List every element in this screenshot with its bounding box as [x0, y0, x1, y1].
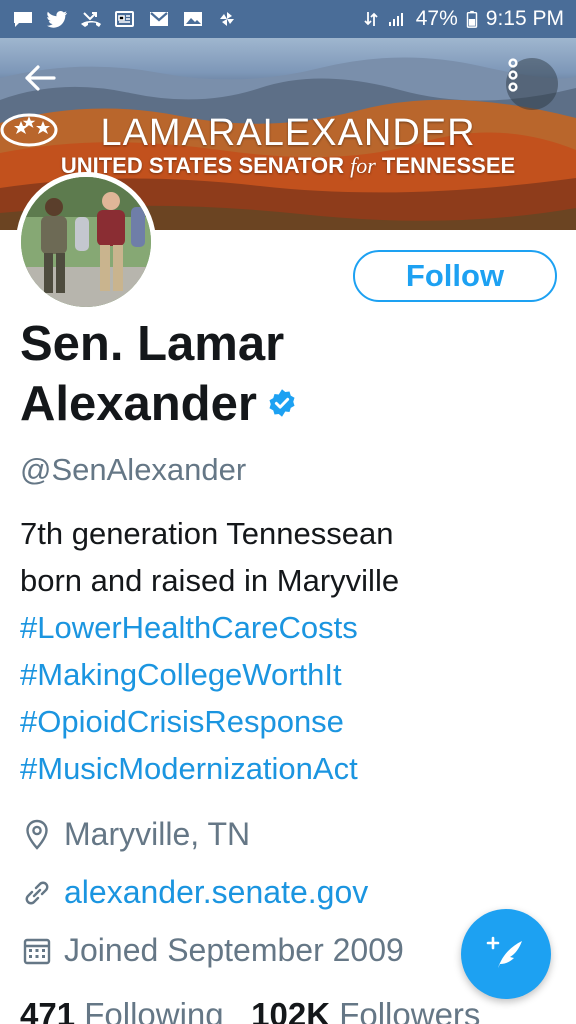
chat-icon — [14, 12, 32, 27]
display-name-line2: Alexander — [20, 377, 257, 431]
joined-row: Joined September 2009 — [20, 932, 404, 969]
more-options-button[interactable] — [506, 58, 558, 110]
website-row: alexander.senate.gov — [20, 874, 368, 911]
pinwheel-icon — [220, 12, 234, 26]
hashtag-link[interactable]: #MakingCollegeWorthIt — [20, 651, 560, 698]
profile-avatar[interactable] — [16, 172, 156, 312]
data-arrows-icon — [364, 12, 378, 26]
system-indicators: 47% 9:15 PM — [364, 7, 564, 31]
twitter-icon — [47, 11, 67, 28]
location-row: Maryville, TN — [20, 816, 250, 853]
display-name-line2-wrap: Alexander — [20, 374, 440, 434]
banner-title-left: LAMAR — [100, 112, 237, 154]
calendar-icon — [20, 934, 54, 968]
display-name: Sen. Lamar Alexander — [20, 314, 440, 434]
more-vertical-icon — [508, 58, 518, 92]
followers-count: 102K — [251, 996, 331, 1024]
hashtag-link[interactable]: #LowerHealthCareCosts — [20, 604, 560, 651]
following-label: Following — [84, 996, 224, 1024]
followers-label: Followers — [339, 996, 481, 1024]
signal-icon — [388, 13, 403, 26]
bio-line-1: 7th generation Tennessean — [20, 516, 394, 551]
follow-button[interactable]: Follow — [353, 250, 557, 302]
gallery-icon — [184, 12, 202, 26]
news-icon — [115, 11, 134, 27]
gmail-icon — [150, 12, 168, 26]
display-name-line1: Sen. Lamar — [20, 317, 285, 371]
following-count: 471 — [20, 996, 76, 1024]
compose-tweet-button[interactable] — [461, 909, 551, 999]
banner-title: LAMAR ALEXANDER — [0, 112, 576, 155]
back-arrow-icon — [25, 65, 56, 91]
banner-subtitle-post: TENNESSEE — [375, 153, 516, 178]
location-pin-icon — [20, 818, 54, 852]
battery-icon — [466, 10, 478, 28]
avatar-photo — [21, 177, 151, 307]
verified-badge-icon — [269, 389, 295, 417]
missed-call-icon — [81, 12, 101, 27]
tennessee-stars-logo — [0, 113, 58, 147]
following-link[interactable]: 471 Following — [20, 996, 224, 1024]
hashtag-link[interactable]: #OpioidCrisisResponse — [20, 698, 560, 745]
compose-tweet-icon — [486, 936, 522, 968]
hashtag-link[interactable]: #MusicModernizationAct — [20, 745, 560, 792]
joined-text: Joined September 2009 — [64, 932, 404, 968]
banner-subtitle-for: for — [350, 153, 376, 178]
follow-stats: 471 Following 102K Followers — [20, 996, 480, 1024]
status-bar: 47% 9:15 PM — [0, 0, 576, 38]
banner-title-right: ALEXANDER — [236, 112, 476, 154]
location-text: Maryville, TN — [64, 816, 251, 852]
link-icon — [20, 876, 54, 910]
website-link[interactable]: alexander.senate.gov — [64, 874, 368, 911]
notification-icons — [12, 10, 238, 28]
followers-link[interactable]: 102K Followers — [251, 996, 480, 1024]
bio-line-2: born and raised in Maryville — [20, 563, 400, 598]
battery-percent: 47% — [415, 7, 458, 30]
profile-bio: 7th generation Tennessean born and raise… — [20, 510, 560, 792]
profile-handle: @SenAlexander — [20, 452, 247, 487]
clock: 9:15 PM — [485, 7, 564, 30]
back-button[interactable] — [24, 64, 66, 106]
